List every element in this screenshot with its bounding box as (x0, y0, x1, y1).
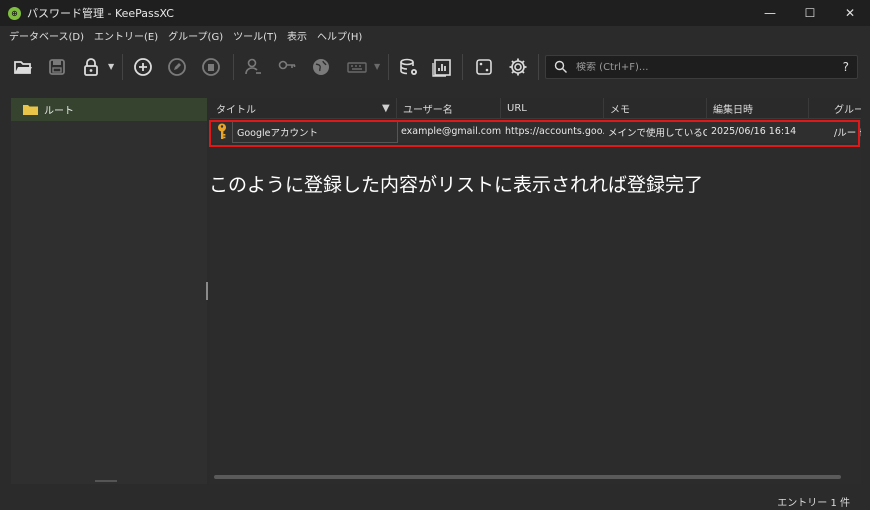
menu-database[interactable]: データベース(D) (4, 28, 89, 43)
save-database-icon (49, 59, 65, 75)
entry-count: エントリー 1 件 (777, 498, 850, 509)
sidebar-item-root[interactable]: ルート (11, 98, 207, 121)
column-header-label: タイトル (216, 105, 256, 116)
add-entry-icon (134, 58, 152, 76)
lock-database-button[interactable] (80, 56, 102, 78)
column-header-modified[interactable]: 編集日時 (707, 98, 809, 119)
database-settings-button[interactable] (398, 56, 420, 78)
open-url-icon (313, 59, 329, 75)
column-header-label: URL (507, 103, 527, 114)
entry-table: タイトル ▼ ユーザー名 URL メモ 編集日時 グループ Googleアカウン… (210, 98, 861, 484)
toolbar-separator (233, 54, 234, 80)
open-database-button[interactable] (12, 56, 34, 78)
settings-button[interactable] (507, 56, 529, 78)
column-header-group[interactable]: グループ (828, 98, 861, 119)
sidebar-item-label: ルート (44, 106, 74, 117)
close-button[interactable]: ✕ (830, 0, 870, 26)
open-url-button[interactable] (310, 56, 332, 78)
search-box[interactable]: ? (545, 55, 858, 79)
minimize-icon: — (764, 6, 776, 20)
search-input[interactable] (576, 61, 826, 73)
database-settings-icon (400, 58, 417, 75)
toolbar-separator (462, 54, 463, 80)
auto-type-dropdown-chevron-icon[interactable]: ▼ (374, 62, 380, 71)
app-icon-glyph: ⊕ (11, 8, 18, 18)
splitter-handle[interactable] (206, 282, 208, 300)
maximize-icon: ☐ (804, 6, 816, 20)
toolbar-separator (388, 54, 389, 80)
open-database-icon (14, 61, 32, 74)
auto-type-button[interactable] (346, 56, 368, 78)
close-icon: ✕ (844, 6, 856, 20)
folder-icon (23, 105, 38, 115)
search-icon (554, 60, 567, 73)
gear-icon (509, 58, 527, 76)
copy-password-icon (278, 60, 296, 70)
column-header-label: ユーザー名 (403, 105, 453, 116)
table-header: タイトル ▼ ユーザー名 URL メモ 編集日時 グループ (210, 98, 861, 119)
keepassxc-logo-icon: ⊕ (8, 6, 21, 20)
menu-view[interactable]: 表示 (282, 28, 312, 43)
search-help-button[interactable]: ? (843, 60, 849, 74)
annotation-caption: このように登録した内容がリストに表示されれば登録完了 (209, 174, 704, 196)
column-header-title[interactable]: タイトル (210, 98, 397, 119)
menu-entry[interactable]: エントリー(E) (89, 28, 163, 43)
column-header-username[interactable]: ユーザー名 (397, 98, 501, 119)
lock-dropdown-chevron-icon[interactable]: ▼ (108, 62, 114, 71)
window-title: パスワード管理 - KeePassXC (27, 7, 174, 20)
highlight-box (209, 120, 860, 147)
delete-entry-icon (202, 58, 220, 76)
copy-password-button[interactable] (276, 56, 298, 78)
maximize-button[interactable]: ☐ (790, 0, 830, 26)
status-bar: エントリー 1 件 (0, 490, 870, 510)
copy-username-button[interactable] (242, 56, 264, 78)
save-database-button[interactable] (46, 56, 68, 78)
group-tree: ルート (11, 98, 207, 484)
toolbar-separator (122, 54, 123, 80)
reports-icon (432, 59, 451, 77)
edit-entry-icon (168, 58, 186, 76)
column-header-url[interactable]: URL (501, 98, 604, 119)
copy-username-icon (245, 58, 261, 75)
password-generator-icon (476, 59, 492, 75)
menu-tools[interactable]: ツール(T) (228, 28, 282, 43)
title-bar: ⊕ パスワード管理 - KeePassXC — ☐ ✕ (0, 0, 870, 26)
menu-bar: データベース(D) エントリー(E) グループ(G) ツール(T) 表示 ヘルプ… (0, 26, 870, 44)
column-header-notes[interactable]: メモ (604, 98, 707, 119)
sort-down-icon[interactable]: ▼ (382, 103, 390, 114)
sidebar-resize-grip[interactable] (95, 480, 117, 482)
window-controls: — ☐ ✕ (750, 0, 870, 26)
menu-help[interactable]: ヘルプ(H) (312, 28, 367, 43)
delete-entry-button[interactable] (200, 56, 222, 78)
auto-type-icon (347, 62, 367, 73)
column-header-label: グループ (834, 105, 861, 116)
column-header-label: メモ (610, 105, 630, 116)
edit-entry-button[interactable] (166, 56, 188, 78)
add-entry-button[interactable] (132, 56, 154, 78)
horizontal-scrollbar[interactable] (214, 475, 841, 479)
reports-button[interactable] (431, 56, 453, 78)
password-generator-button[interactable] (473, 56, 495, 78)
lock-database-icon (84, 58, 98, 76)
minimize-button[interactable]: — (750, 0, 790, 26)
menu-group[interactable]: グループ(G) (163, 28, 228, 43)
column-header-label: 編集日時 (713, 105, 753, 116)
toolbar-separator (538, 54, 539, 80)
